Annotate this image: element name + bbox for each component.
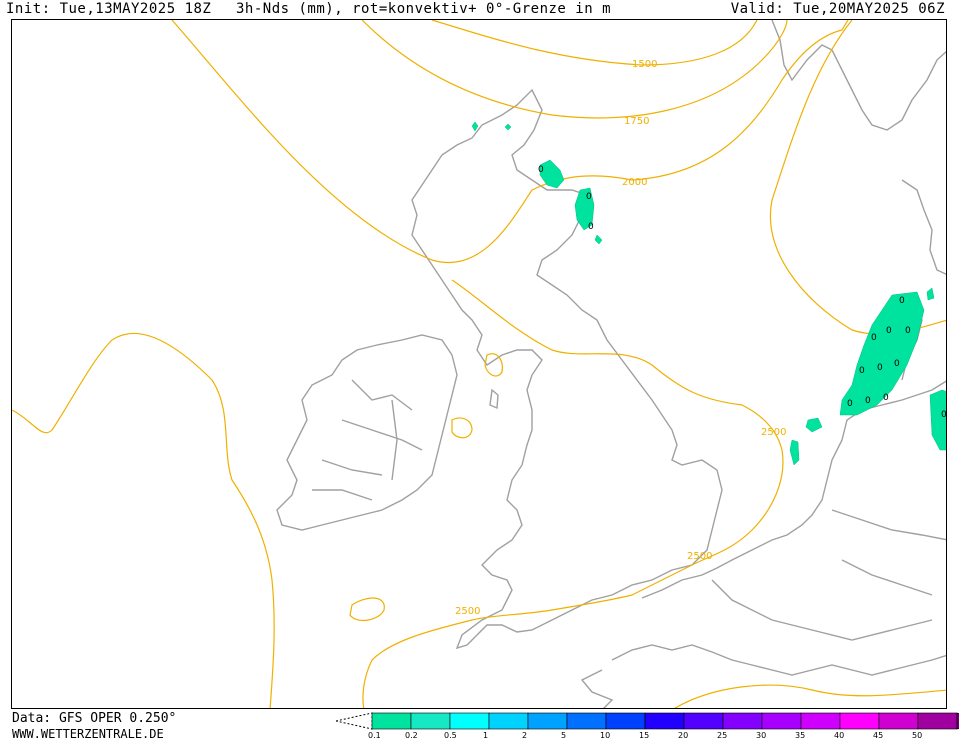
- legend-bar: [335, 712, 959, 730]
- legend-tick-label: 40: [834, 731, 845, 740]
- contour-small-loop-1: [451, 417, 473, 439]
- contour-label: 2500: [687, 551, 712, 562]
- website-credit: WWW.WETTERZENTRALE.DE: [12, 727, 164, 741]
- legend-tick-label: 15: [639, 731, 650, 740]
- precip-area: [594, 234, 603, 245]
- legend-tick-label: 2: [522, 731, 528, 740]
- norway-coast: [771, 20, 946, 131]
- france-coast: [611, 644, 946, 676]
- legend-swatch: [488, 712, 529, 730]
- legend-tick-label: 50: [912, 731, 923, 740]
- map-canvas: 1500 1750 2000 2500 2500 2500 0 0 0 0 0 …: [12, 20, 947, 708]
- contour-label: 2000: [622, 177, 647, 188]
- contour-label: 1750: [624, 116, 649, 127]
- contour-2500-north: [770, 20, 946, 335]
- legend-tick-label: 1: [483, 731, 489, 740]
- legend-swatch: [371, 712, 412, 730]
- precip-area: [805, 417, 823, 433]
- contour-east-2500: [674, 684, 946, 708]
- convective-marker: 0: [877, 363, 883, 373]
- legend-swatch: [605, 712, 646, 730]
- precip-area: [926, 287, 935, 301]
- convective-marker: 0: [865, 396, 871, 406]
- legend-lower-arrow: [335, 712, 373, 730]
- contour-1750: [361, 20, 788, 119]
- legend-swatch: [644, 712, 685, 730]
- convective-marker: 0: [871, 333, 877, 343]
- brittany-coast: [580, 669, 614, 708]
- coastlines: [276, 20, 946, 708]
- legend-tick-label: 35: [795, 731, 806, 740]
- legend-tick-label: 10: [600, 731, 611, 740]
- legend-swatch: [878, 712, 919, 730]
- convective-marker: 0: [586, 192, 592, 202]
- data-source: Data: GFS OPER 0.250°: [12, 711, 177, 726]
- legend-tick-label: 30: [756, 731, 767, 740]
- precip-area: [471, 121, 479, 132]
- contour-label: 2500: [455, 606, 480, 617]
- convective-marker: 0: [941, 410, 947, 420]
- great-britain-coast: [411, 88, 723, 650]
- legend-swatch: [761, 712, 802, 730]
- legend-swatch: [800, 712, 841, 730]
- contour-2000: [171, 20, 849, 263]
- convective-marker: 0: [905, 326, 911, 336]
- convective-marker: 0: [538, 165, 544, 175]
- init-time: Init: Tue,13MAY2025 18Z: [6, 1, 212, 17]
- convective-marker: 0: [894, 359, 900, 369]
- continent-borders: [711, 509, 946, 641]
- legend-swatch: [683, 712, 724, 730]
- convective-marker: 0: [886, 326, 892, 336]
- contour-west: [12, 332, 275, 708]
- legend-tick-label: 5: [561, 731, 567, 740]
- legend-tick-label: 0.2: [405, 731, 418, 740]
- legend-swatch: [527, 712, 568, 730]
- legend-tick-label: 0.5: [444, 731, 457, 740]
- precip-area: [929, 389, 946, 451]
- continent-coast: [641, 380, 946, 599]
- convective-marker: 0: [899, 296, 905, 306]
- precip-area: [504, 123, 512, 131]
- map-title: 3h-Nds (mm), rot=konvektiv+ 0°-Grenze in…: [236, 1, 612, 17]
- legend-tick-label: 25: [717, 731, 728, 740]
- legend-swatch: [566, 712, 607, 730]
- contour-1500: [431, 20, 758, 66]
- legend-swatch: [722, 712, 763, 730]
- convective-marker: 0: [883, 393, 889, 403]
- legend-tick-label: 0.1: [368, 731, 381, 740]
- legend-swatch: [839, 712, 880, 730]
- convective-marker: 0: [859, 366, 865, 376]
- legend-tick-label: 20: [678, 731, 689, 740]
- color-legend: 0.1 0.2 0.5 1 2 5 10 15 20 25 30 35 40 45 50: [335, 712, 959, 741]
- precip-area: [789, 439, 800, 466]
- ireland-coast: [276, 334, 458, 531]
- contour-small-loop-2: [349, 597, 385, 622]
- legend-swatch: [410, 712, 451, 730]
- ireland-borders: [312, 379, 423, 501]
- contour-label: 1500: [632, 59, 657, 70]
- isle-of-man: [489, 388, 499, 410]
- convective-marker: 0: [847, 399, 853, 409]
- convective-marker: 0: [588, 222, 594, 232]
- contour-label: 2500: [761, 427, 786, 438]
- valid-time: Valid: Tue,20MAY2025 06Z: [730, 1, 945, 17]
- contour-2500-central: [362, 279, 784, 708]
- legend-swatch: [449, 712, 490, 730]
- weather-map: 1500 1750 2000 2500 2500 2500 0 0 0 0 0 …: [11, 19, 947, 709]
- legend-swatch: [917, 712, 958, 730]
- legend-tick-label: 45: [873, 731, 884, 740]
